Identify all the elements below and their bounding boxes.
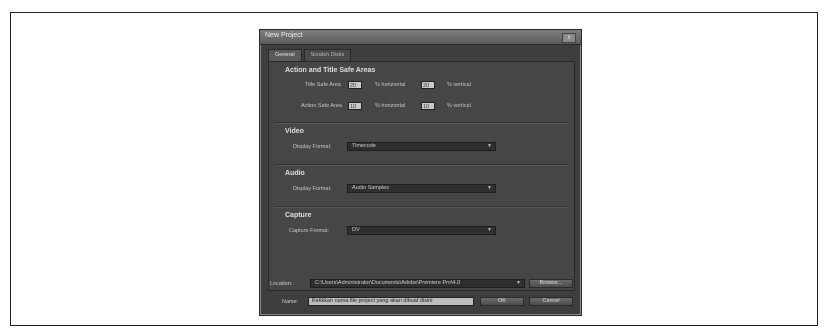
capture-heading: Capture xyxy=(285,212,312,219)
project-name-input[interactable]: Ketikkan nama file project yang akan dib… xyxy=(308,297,474,306)
section-divider xyxy=(274,164,569,166)
location-value: C:\Users\Administrator\Documents\Adobe\P… xyxy=(315,280,461,286)
new-project-dialog: New Project x General Scratch Disks Acti… xyxy=(259,29,582,316)
capture-format-select[interactable]: DV ▼ xyxy=(347,226,496,235)
action-safe-vertical-input[interactable]: 10 xyxy=(421,102,435,110)
capture-format-label: Capture Format: xyxy=(289,228,330,234)
chevron-down-icon: ▼ xyxy=(516,280,521,286)
name-label: Name: xyxy=(282,299,299,305)
audio-heading: Audio xyxy=(285,170,305,177)
chevron-down-icon: ▼ xyxy=(487,143,492,149)
video-heading: Video xyxy=(285,128,304,135)
title-safe-vertical-input[interactable]: 20 xyxy=(421,81,435,89)
audio-display-format-label: Display Format: xyxy=(293,186,332,192)
chevron-down-icon: ▼ xyxy=(487,227,492,233)
ok-button[interactable]: OK xyxy=(480,297,524,306)
video-display-format-label: Display Format: xyxy=(293,144,332,150)
section-divider xyxy=(274,206,569,208)
tab-general[interactable]: General xyxy=(268,49,302,61)
location-select[interactable]: C:\Users\Administrator\Documents\Adobe\P… xyxy=(310,279,525,288)
action-safe-label: Action Safe Area xyxy=(301,103,342,109)
dialog-titlebar: New Project x xyxy=(260,30,581,45)
title-safe-label: Title Safe Area xyxy=(305,82,341,88)
action-safe-horizontal-input[interactable]: 10 xyxy=(348,102,362,110)
audio-display-format-value: Audio Samples xyxy=(352,185,389,191)
general-panel: Action and Title Safe Areas Title Safe A… xyxy=(268,61,575,291)
tab-bar: General Scratch Disks xyxy=(268,49,352,61)
action-safe-horizontal-unit: % horizontal xyxy=(375,103,406,109)
chevron-down-icon: ▼ xyxy=(487,185,492,191)
close-button[interactable]: x xyxy=(562,33,576,43)
section-divider xyxy=(274,122,569,124)
action-safe-vertical-unit: % vertical xyxy=(447,103,471,109)
capture-format-value: DV xyxy=(352,227,360,233)
cancel-button[interactable]: Cancel xyxy=(529,297,573,306)
video-display-format-value: Timecode xyxy=(352,143,376,149)
browse-button[interactable]: Browse... xyxy=(529,279,573,288)
title-safe-horizontal-input[interactable]: 20 xyxy=(348,81,362,89)
audio-display-format-select[interactable]: Audio Samples ▼ xyxy=(347,184,496,193)
title-safe-horizontal-unit: % horizontal xyxy=(375,82,406,88)
location-label: Location: xyxy=(270,281,293,287)
title-safe-vertical-unit: % vertical xyxy=(447,82,471,88)
dialog-title: New Project xyxy=(265,32,303,39)
safe-areas-heading: Action and Title Safe Areas xyxy=(285,67,376,74)
video-display-format-select[interactable]: Timecode ▼ xyxy=(347,142,496,151)
tab-scratch-disks[interactable]: Scratch Disks xyxy=(303,49,352,61)
